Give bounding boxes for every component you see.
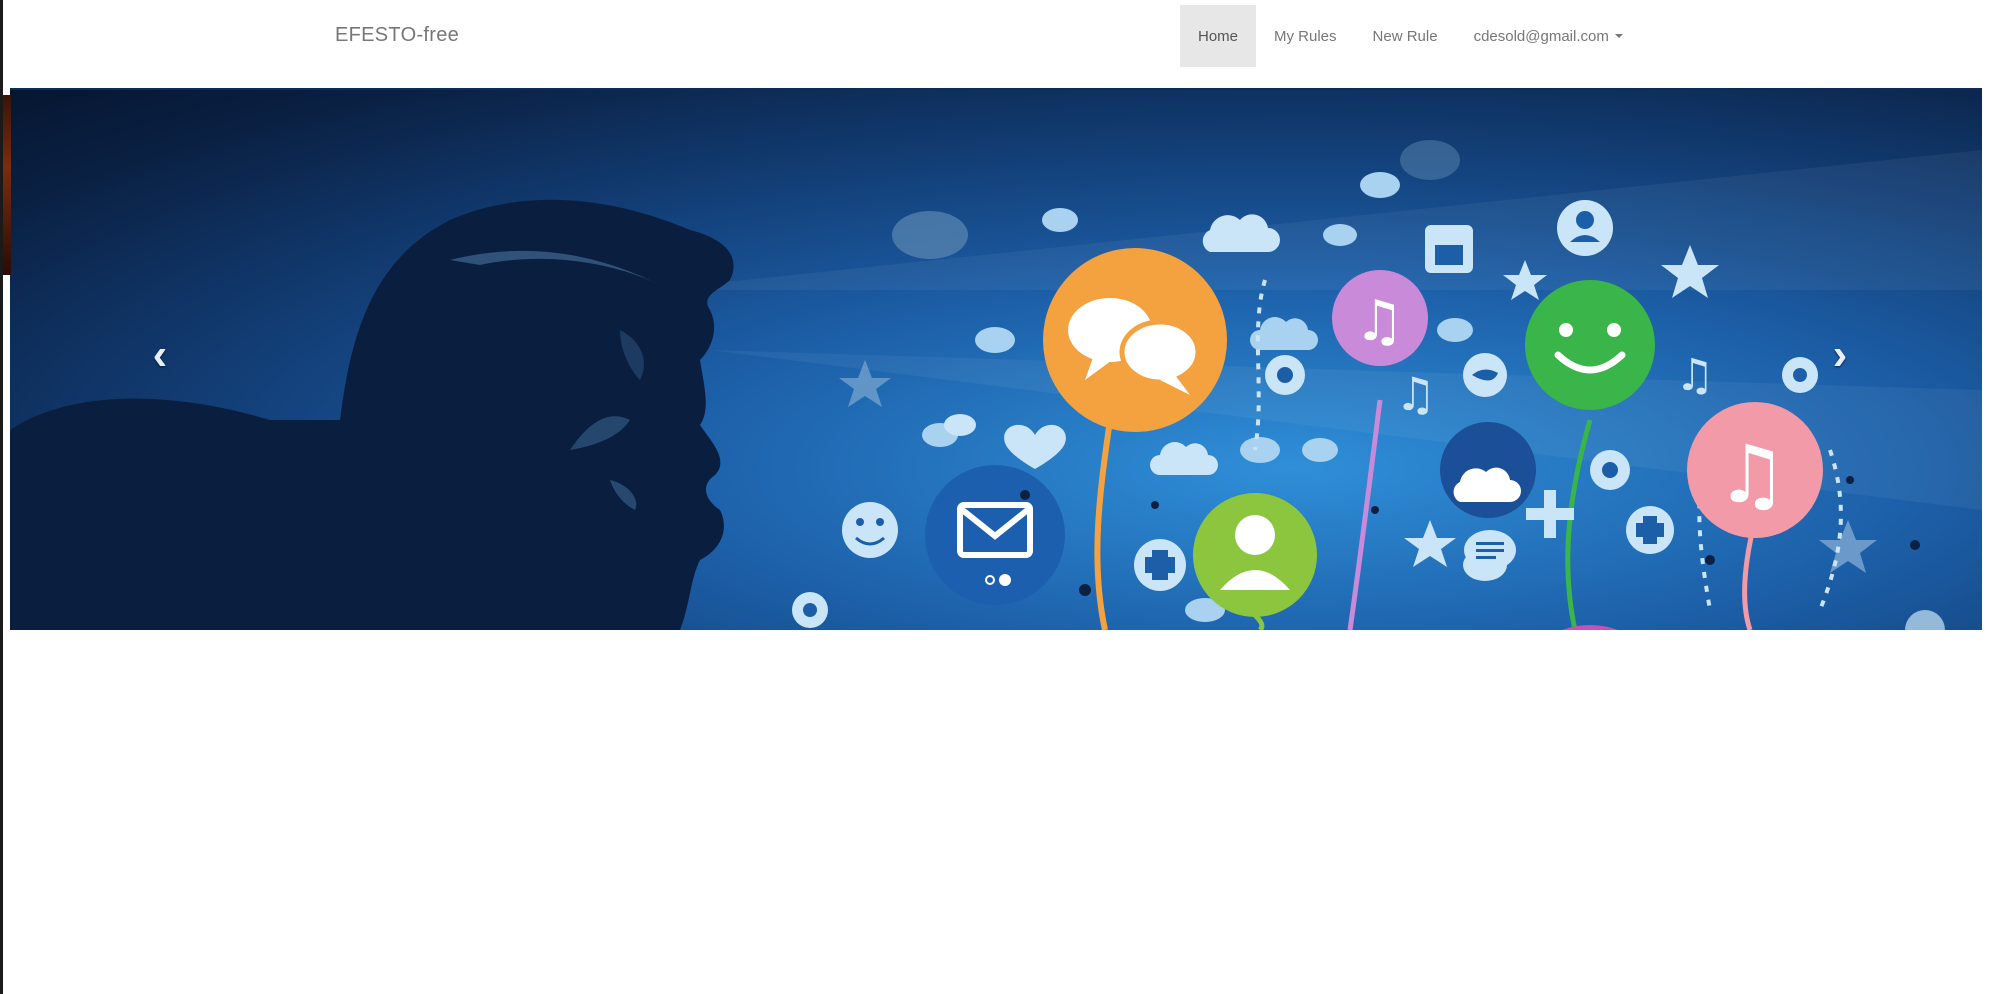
navbar: EFESTO-free Home My Rules New Rule cdeso…	[10, 0, 1982, 90]
caret-down-icon	[1614, 34, 1623, 38]
hero-illustration: ♫ ♫ ♫ ♫	[10, 140, 1982, 630]
nav-item-home[interactable]: Home	[1180, 5, 1257, 67]
page: EFESTO-free Home My Rules New Rule cdeso…	[0, 0, 1992, 994]
svg-text:♫: ♫	[1675, 350, 1714, 401]
nav-item-my-rules[interactable]: My Rules	[1256, 5, 1355, 67]
window-left-accent	[3, 95, 11, 275]
nav-item-my-rules-label: My Rules	[1274, 27, 1337, 45]
nav-item-new-rule-label: New Rule	[1372, 27, 1438, 45]
carousel-next-button[interactable]: ›	[1810, 315, 1870, 395]
user-account-dropdown[interactable]: cdesold@gmail.com	[1456, 5, 1641, 67]
nav-menu: Home My Rules New Rule cdesold@gmail.com	[1180, 5, 1641, 67]
svg-text:♫: ♫	[1395, 367, 1436, 421]
carousel-prev-button[interactable]: ‹	[130, 315, 190, 395]
nav-item-home-label: Home	[1198, 27, 1239, 45]
nav-item-new-rule[interactable]: New Rule	[1355, 5, 1456, 67]
chevron-left-icon: ‹	[152, 330, 168, 379]
hero-carousel: ♫ ♫ ♫ ♫ ‹ ›	[10, 90, 1982, 630]
svg-text:♫: ♫	[1716, 428, 1788, 521]
chevron-right-icon: ›	[1832, 330, 1848, 379]
brand-link[interactable]: EFESTO-free	[335, 24, 459, 47]
user-email-label: cdesold@gmail.com	[1473, 27, 1609, 45]
svg-text:♫: ♫	[1354, 289, 1404, 354]
